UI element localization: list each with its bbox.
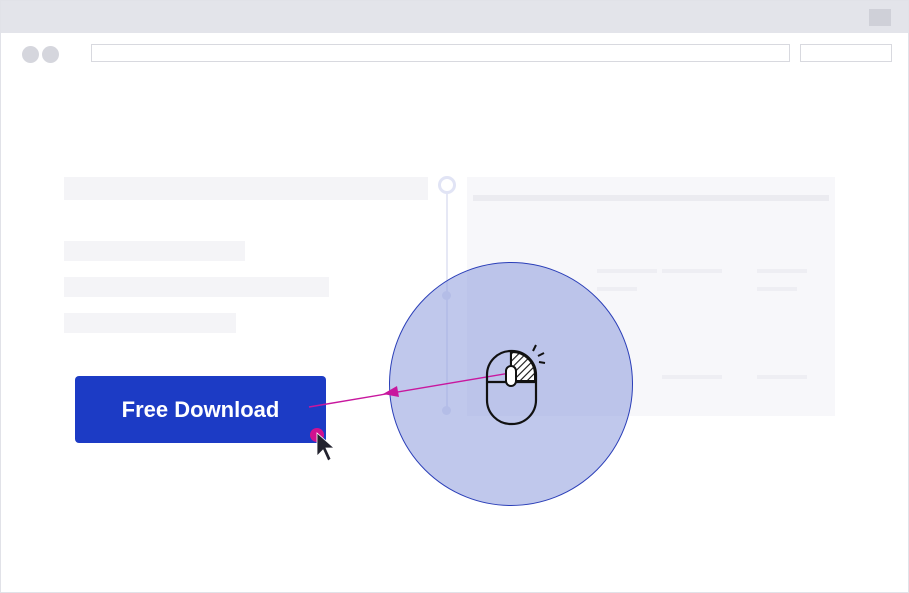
arrow-cursor-icon	[316, 432, 336, 462]
arrow-head-icon	[383, 386, 399, 397]
browser-window: Free Download	[0, 0, 909, 593]
annotation-overlay	[308, 344, 546, 462]
pointer-arrow-line	[308, 372, 511, 408]
mouse-left-click-icon	[485, 344, 546, 426]
